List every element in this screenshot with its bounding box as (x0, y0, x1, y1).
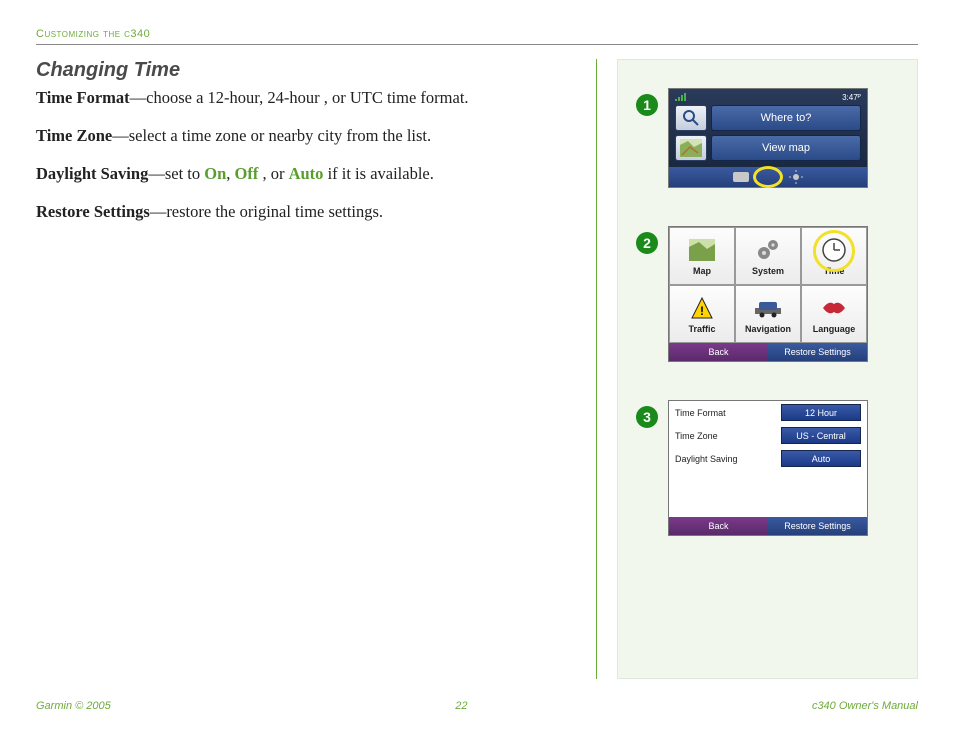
setting-label: Time Zone (675, 431, 718, 441)
footer-manual-title: c340 Owner's Manual (812, 700, 918, 712)
step-badge-3: 3 (636, 406, 658, 428)
footer-copyright: Garmin © 2005 (36, 700, 111, 712)
para-time-format: Time Format—choose a 12-hour, 24-hour , … (36, 86, 572, 110)
grid-cell-language[interactable]: Language (801, 285, 867, 343)
map-thumb-icon (675, 135, 707, 161)
step-1: 1 3:47ᴾ Where to? (636, 88, 899, 188)
gears-icon (754, 237, 782, 263)
grid-cell-navigation[interactable]: Navigation (735, 285, 801, 343)
where-to-button[interactable]: Where to? (711, 105, 861, 131)
magnifier-icon (675, 105, 707, 131)
clock-icon (820, 237, 848, 263)
step-badge-1: 1 (636, 94, 658, 116)
screenshot-time-settings: Time Format 12 Hour Time Zone US - Centr… (668, 400, 868, 536)
footer-page-number: 22 (455, 700, 467, 712)
grid-cell-map[interactable]: Map (669, 227, 735, 285)
lips-icon (820, 295, 848, 321)
view-map-button[interactable]: View map (711, 135, 861, 161)
car-icon (754, 295, 782, 321)
screenshot-main-menu: 3:47ᴾ Where to? View map (668, 88, 868, 188)
clock-label: 3:47ᴾ (842, 93, 861, 102)
map-icon (688, 237, 716, 263)
setting-value-button[interactable]: 12 Hour (781, 404, 861, 421)
back-button[interactable]: Back (669, 343, 768, 361)
setting-label: Daylight Saving (675, 454, 738, 464)
step-3: 3 Time Format 12 Hour Time Zone US - Cen… (636, 400, 899, 536)
step-2: 2 Map System Time ! (636, 226, 899, 362)
grid-cell-system[interactable]: System (735, 227, 801, 285)
screenshot-settings-grid: Map System Time ! Traffic (668, 226, 868, 362)
setting-value-button[interactable]: Auto (781, 450, 861, 467)
restore-settings-button[interactable]: Restore Settings (768, 517, 867, 535)
steps-column: 1 3:47ᴾ Where to? (617, 59, 918, 679)
chapter-header: Customizing the c340 (36, 28, 918, 40)
signal-icon (675, 93, 686, 101)
wrench-icon[interactable] (733, 172, 749, 182)
section-title: Changing Time (36, 59, 572, 82)
para-daylight-saving: Daylight Saving—set to On, Off , or Auto… (36, 162, 572, 186)
setting-label: Time Format (675, 408, 726, 418)
step-badge-2: 2 (636, 232, 658, 254)
main-text-column: Changing Time Time Format—choose a 12-ho… (36, 59, 596, 679)
highlight-circle-icon (753, 166, 783, 188)
para-time-zone: Time Zone—select a time zone or nearby c… (36, 124, 572, 148)
page-footer: Garmin © 2005 22 c340 Owner's Manual (36, 700, 918, 712)
brightness-icon[interactable] (789, 170, 803, 184)
grid-cell-traffic[interactable]: ! Traffic (669, 285, 735, 343)
back-button[interactable]: Back (669, 517, 768, 535)
svg-text:!: ! (700, 304, 704, 318)
header-rule (36, 44, 918, 45)
restore-settings-button[interactable]: Restore Settings (768, 343, 867, 361)
setting-value-button[interactable]: US - Central (781, 427, 861, 444)
column-divider (596, 59, 597, 679)
traffic-icon: ! (688, 295, 716, 321)
grid-cell-time[interactable]: Time (801, 227, 867, 285)
para-restore-settings: Restore Settings—restore the original ti… (36, 200, 572, 224)
